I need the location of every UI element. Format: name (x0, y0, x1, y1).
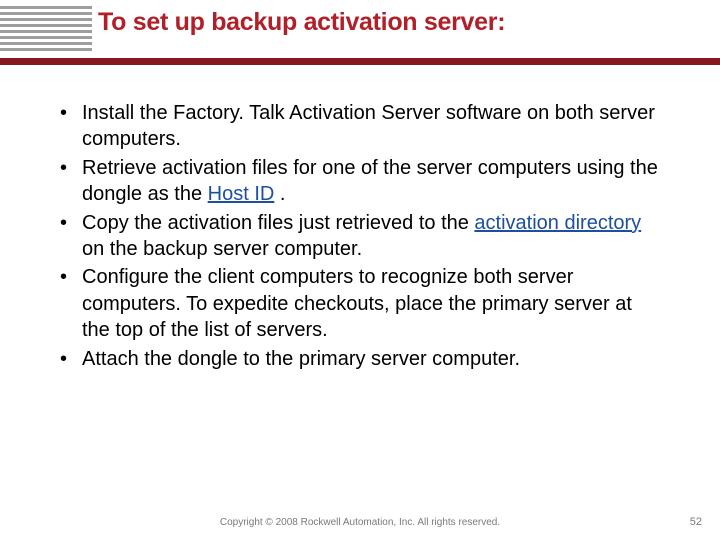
bullet-text: Install the Factory. Talk Activation Ser… (82, 102, 655, 150)
bullet-text: Configure the client computers to recogn… (82, 266, 632, 341)
activation-directory-link[interactable]: activation directory (474, 212, 641, 234)
list-item: Install the Factory. Talk Activation Ser… (56, 100, 662, 153)
slide-title: To set up backup activation server: (98, 8, 505, 37)
bullet-text-pre: Copy the activation files just retrieved… (82, 212, 474, 234)
list-item: Attach the dongle to the primary server … (56, 346, 662, 372)
header-redline (0, 58, 720, 65)
bullet-text-post: on the backup server computer. (82, 238, 362, 260)
bullet-list: Install the Factory. Talk Activation Ser… (56, 100, 662, 372)
copyright-footer: Copyright © 2008 Rockwell Automation, In… (0, 517, 720, 528)
host-id-link[interactable]: Host ID (208, 183, 275, 205)
list-item: Configure the client computers to recogn… (56, 264, 662, 343)
slide-content: Install the Factory. Talk Activation Ser… (0, 72, 720, 372)
page-number: 52 (690, 516, 702, 528)
list-item: Copy the activation files just retrieved… (56, 210, 662, 263)
slide-header: To set up backup activation server: (0, 0, 720, 72)
list-item: Retrieve activation files for one of the… (56, 155, 662, 208)
bullet-text-post: . (274, 183, 285, 205)
bullet-text: Attach the dongle to the primary server … (82, 348, 520, 370)
header-decorative-bars (0, 6, 92, 54)
bullet-text-pre: Retrieve activation files for one of the… (82, 157, 658, 205)
